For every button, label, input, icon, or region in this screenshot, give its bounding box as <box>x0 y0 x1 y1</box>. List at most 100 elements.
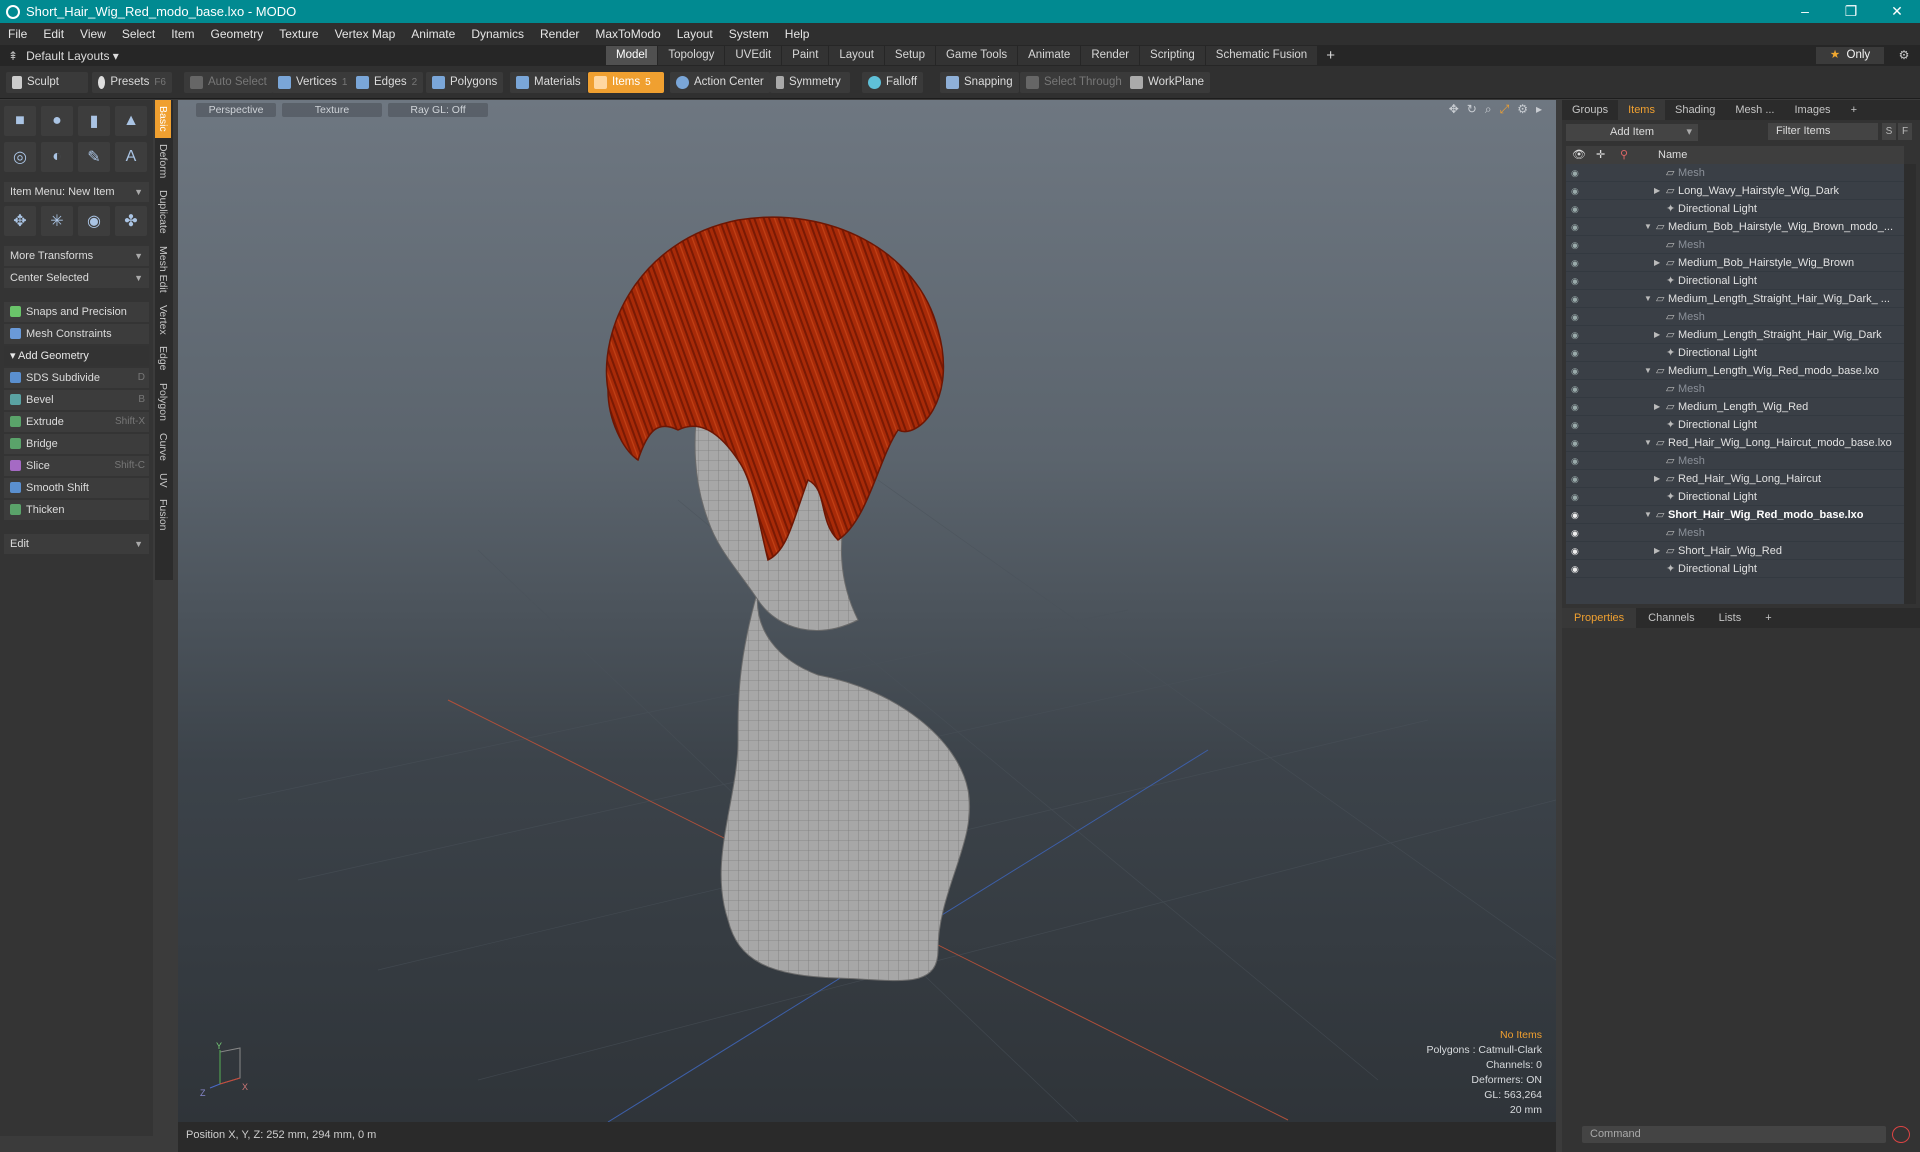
eye-icon[interactable]: ◉ <box>1571 272 1583 290</box>
add-tab-icon[interactable]: + <box>1841 100 1867 120</box>
tree-scrollbar[interactable] <box>1904 164 1916 604</box>
filter-f-button[interactable]: F <box>1898 123 1912 140</box>
expand-down-icon[interactable]: ▼ <box>1644 218 1652 236</box>
eye-icon[interactable]: ◉ <box>1571 326 1583 344</box>
torus-icon[interactable]: ◎ <box>4 142 36 172</box>
layout-tab-topology[interactable]: Topology <box>658 46 725 65</box>
text-icon[interactable]: A <box>115 142 147 172</box>
expand-right-icon[interactable]: ▶ <box>1654 254 1660 272</box>
tool-extrude[interactable]: Extrude Shift-X <box>4 412 149 432</box>
tree-row[interactable]: ◉ ✦ Directional Light <box>1566 560 1904 578</box>
tree-row[interactable]: ◉ ▼ ▱ Medium_Bob_Hairstyle_Wig_Brown_modo_.… <box>1566 218 1904 236</box>
edit-dropdown[interactable]: Edit ▼ <box>4 534 149 554</box>
add-layout-icon[interactable]: + <box>1318 46 1343 65</box>
menu-help[interactable]: Help <box>777 27 818 41</box>
cone-icon[interactable]: ▲ <box>115 106 147 136</box>
tool-sds-subdivide[interactable]: SDS Subdivide D <box>4 368 149 388</box>
filter-s-button[interactable]: S <box>1882 123 1896 140</box>
menu-system[interactable]: System <box>721 27 777 41</box>
eye-icon[interactable]: ◉ <box>1571 434 1583 452</box>
eye-icon[interactable]: ◉ <box>1571 542 1583 560</box>
tool-thicken[interactable]: Thicken <box>4 500 149 520</box>
tool-smooth-shift[interactable]: Smooth Shift <box>4 478 149 498</box>
sphere-icon[interactable]: ● <box>41 106 73 136</box>
expand-arrow-icon[interactable]: ⇞ <box>8 49 18 63</box>
snaps-precision-button[interactable]: Snaps and Precision <box>4 302 149 322</box>
left-tab-uv[interactable]: UV <box>155 467 171 494</box>
left-tab-basic[interactable]: Basic <box>155 100 171 138</box>
items-button[interactable]: Items 5 <box>588 72 664 93</box>
menu-file[interactable]: File <box>0 27 35 41</box>
polygons-button[interactable]: Polygons <box>426 72 504 93</box>
layout-tab-layout[interactable]: Layout <box>829 46 884 65</box>
layout-tab-game-tools[interactable]: Game Tools <box>935 46 1018 65</box>
panel-tab-items[interactable]: Items <box>1618 100 1665 120</box>
tool-slice[interactable]: Slice Shift-C <box>4 456 149 476</box>
expand-down-icon[interactable]: ▼ <box>1644 434 1652 452</box>
tree-row[interactable]: ◉ ✦ Directional Light <box>1566 344 1904 362</box>
expand-down-icon[interactable]: ▼ <box>1644 506 1652 524</box>
tree-row[interactable]: ◉ ▱ Mesh <box>1566 308 1904 326</box>
snapping-button[interactable]: Snapping <box>940 72 1019 93</box>
menu-geometry[interactable]: Geometry <box>203 27 272 41</box>
panel-tab-shading[interactable]: Shading <box>1665 100 1725 120</box>
layout-tab-animate[interactable]: Animate <box>1018 46 1081 65</box>
sculpt-button[interactable]: Sculpt <box>6 72 88 93</box>
center-selected-dropdown[interactable]: Center Selected ▼ <box>4 268 149 288</box>
tree-row[interactable]: ◉ ✦ Directional Light <box>1566 416 1904 434</box>
tree-row[interactable]: ◉ ▼ ▱ Medium_Length_Wig_Red_modo_base.lxo <box>1566 362 1904 380</box>
minimize-button[interactable]: – <box>1782 0 1828 23</box>
eye-icon[interactable]: ◉ <box>1571 236 1583 254</box>
eye-icon[interactable]: ◉ <box>1571 560 1583 578</box>
layout-tab-setup[interactable]: Setup <box>884 46 935 65</box>
menu-animate[interactable]: Animate <box>403 27 463 41</box>
expand-right-icon[interactable]: ▶ <box>1654 398 1660 416</box>
left-tab-vertex[interactable]: Vertex <box>155 299 171 341</box>
layout-tab-scripting[interactable]: Scripting <box>1140 46 1205 65</box>
expand-right-icon[interactable]: ▶ <box>1654 182 1660 200</box>
eye-icon[interactable]: ◉ <box>1571 200 1583 218</box>
pen-icon[interactable]: ✎ <box>78 142 110 172</box>
eye-icon[interactable]: ◉ <box>1571 470 1583 488</box>
menu-select[interactable]: Select <box>114 27 163 41</box>
eye-icon[interactable]: ◉ <box>1571 488 1583 506</box>
eye-icon[interactable]: ◉ <box>1571 164 1583 182</box>
cylinder-icon[interactable]: ▮ <box>78 106 110 136</box>
mesh-constraints-button[interactable]: Mesh Constraints <box>4 324 149 344</box>
eye-icon[interactable]: ◉ <box>1571 524 1583 542</box>
falloff-button[interactable]: Falloff <box>862 72 924 93</box>
capsule-icon[interactable]: ◐ <box>41 142 73 172</box>
left-tab-polygon[interactable]: Polygon <box>155 377 171 427</box>
panel-tab-groups[interactable]: Groups <box>1562 100 1618 120</box>
symmetry-button[interactable]: Symmetry <box>770 72 850 93</box>
add-geometry-header[interactable]: ▾ Add Geometry <box>4 346 149 366</box>
default-layouts-dropdown[interactable]: Default Layouts ▾ <box>26 49 119 63</box>
tree-row[interactable]: ◉ ✦ Directional Light <box>1566 200 1904 218</box>
tree-row[interactable]: ◉ ▶ ▱ Medium_Bob_Hairstyle_Wig_Brown <box>1566 254 1904 272</box>
add-item-dropdown[interactable]: Add Item <box>1566 123 1698 141</box>
name-column-header[interactable]: Name <box>1658 146 1687 164</box>
eye-icon[interactable]: ◉ <box>1571 290 1583 308</box>
tree-row[interactable]: ◉ ▱ Mesh <box>1566 380 1904 398</box>
move-icon[interactable]: ✥ <box>4 206 36 236</box>
only-button[interactable]: ★ Only <box>1816 47 1884 64</box>
close-button[interactable]: ✕ <box>1874 0 1920 23</box>
panel-tab-images[interactable]: Images <box>1784 100 1840 120</box>
tree-row[interactable]: ◉ ▼ ▱ Red_Hair_Wig_Long_Haircut_modo_base.l… <box>1566 434 1904 452</box>
left-tab-mesh-edit[interactable]: Mesh Edit <box>155 240 171 299</box>
panel-tab-properties[interactable]: Properties <box>1562 608 1637 628</box>
workplane-button[interactable]: WorkPlane <box>1124 72 1211 93</box>
scale-icon[interactable]: ◉ <box>78 206 110 236</box>
left-tab-duplicate[interactable]: Duplicate <box>155 184 171 240</box>
eye-icon[interactable]: ◉ <box>1571 182 1583 200</box>
select-through-button[interactable]: Select Through <box>1020 72 1128 93</box>
panel-tab-channels[interactable]: Channels <box>1636 608 1706 628</box>
eye-icon[interactable]: ◉ <box>1571 398 1583 416</box>
auto-select-button[interactable]: Auto Select <box>184 72 273 93</box>
menu-texture[interactable]: Texture <box>271 27 326 41</box>
gear-icon[interactable]: ⚙ <box>1894 47 1914 64</box>
layout-tab-paint[interactable]: Paint <box>782 46 829 65</box>
menu-layout[interactable]: Layout <box>669 27 721 41</box>
expand-right-icon[interactable]: ▶ <box>1654 326 1660 344</box>
left-tab-edge[interactable]: Edge <box>155 340 171 377</box>
